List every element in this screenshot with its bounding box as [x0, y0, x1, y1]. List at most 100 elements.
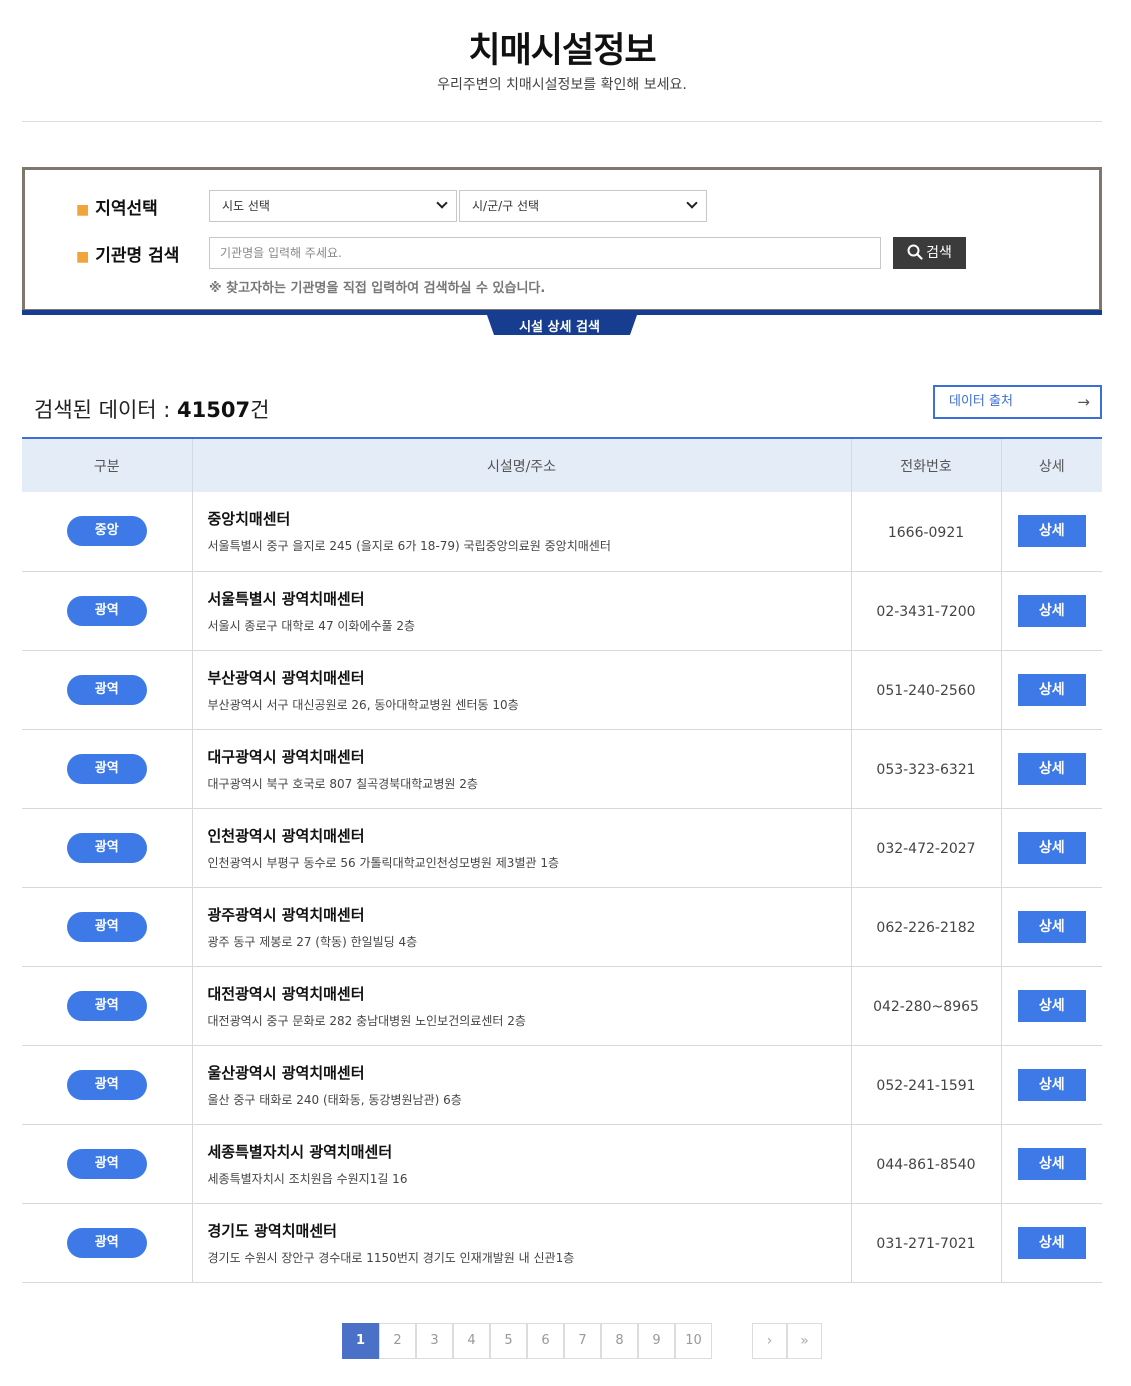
- page-button-7[interactable]: 7: [564, 1323, 601, 1359]
- arrow-right-icon: →: [1077, 393, 1090, 411]
- facility-name: 세종특별자치시 광역치매센터: [207, 1142, 393, 1161]
- page-button-8[interactable]: 8: [601, 1323, 638, 1359]
- page-button-10[interactable]: 10: [675, 1323, 712, 1359]
- tel-cell: 052-241-1591: [850, 1045, 1001, 1124]
- type-cell: 광역: [22, 729, 192, 808]
- type-badge: 광역: [66, 1148, 147, 1179]
- detail-button[interactable]: 상세: [1017, 594, 1086, 627]
- tel-cell: 062-226-2182: [850, 887, 1001, 966]
- type-cell: 광역: [22, 887, 192, 966]
- detail-cell: 상세: [1000, 887, 1102, 966]
- facility-tel: 052-241-1591: [876, 1078, 976, 1094]
- detail-button[interactable]: 상세: [1017, 831, 1086, 864]
- facility-cell: 세종특별자치시 광역치매센터 세종특별자치시 조치원읍 수원지1길 16: [191, 1124, 851, 1203]
- facility-tel: 02-3431-7200: [876, 604, 976, 620]
- last-page-icon[interactable]: »: [787, 1323, 822, 1359]
- facility-address: 광주 동구 제봉로 27 (학동) 한일빌딩 4층: [207, 934, 418, 949]
- detail-button[interactable]: 상세: [1017, 515, 1086, 548]
- type-badge: 광역: [66, 1069, 147, 1100]
- type-badge: 광역: [66, 990, 147, 1021]
- detail-cell: 상세: [1000, 1124, 1102, 1203]
- table-row: 광역 부산광역시 광역치매센터 부산광역시 서구 대신공원로 26, 동아대학교병원…: [22, 650, 1102, 729]
- name-search-label: ■ 기관명 검색: [76, 241, 179, 266]
- detail-button[interactable]: 상세: [1017, 1147, 1086, 1180]
- detail-button[interactable]: 상세: [1017, 1068, 1086, 1101]
- page-button-3[interactable]: 3: [416, 1323, 453, 1359]
- data-source-button[interactable]: 데이터 출처 →: [933, 385, 1102, 419]
- type-cell: 광역: [22, 966, 192, 1045]
- detail-button[interactable]: 상세: [1017, 752, 1086, 785]
- search-button[interactable]: 검색: [893, 237, 966, 269]
- facility-cell: 대구광역시 광역치매센터 대구광역시 북구 호국로 807 칠곡경북대학교병원 2…: [191, 729, 851, 808]
- facility-cell: 서울특별시 광역치매센터 서울시 종로구 대학로 47 이화에수풀 2층: [191, 571, 851, 650]
- sido-select[interactable]: 시도 선택: [209, 190, 457, 222]
- type-badge: 중앙: [66, 516, 147, 547]
- page-button-9[interactable]: 9: [638, 1323, 675, 1359]
- detail-cell: 상세: [1000, 492, 1102, 571]
- facility-name-input[interactable]: 기관명을 입력해 주세요.: [209, 237, 881, 269]
- page-button-6[interactable]: 6: [527, 1323, 564, 1359]
- facility-cell: 대전광역시 광역치매센터대전광역시 중구 문화로 282 충남대병원 노인보건의…: [191, 966, 851, 1045]
- facility-address: 대전광역시 중구 문화로 282 충남대병원 노인보건의료센터 2층: [207, 1013, 526, 1028]
- type-badge: 광역: [66, 832, 147, 863]
- detail-cell: 상세: [1000, 650, 1102, 729]
- tel-cell: 032-472-2027: [850, 808, 1001, 887]
- facility-cell: 인천광역시 광역치매센터 인천광역시 부평구 동수로 56 가톨릭대학교인천성모병…: [191, 808, 851, 887]
- chevron-down-icon: [686, 197, 698, 209]
- facility-table: 구분 시설명/주소 전화번호 상세 중앙 중앙치매센터 서울특별시 중구 을지로 2…: [22, 437, 1102, 1283]
- page-button-5[interactable]: 5: [490, 1323, 527, 1359]
- type-cell: 광역: [22, 808, 192, 887]
- table-row: 중앙 중앙치매센터 서울특별시 중구 을지로 245 (을지로 6가 18-79) …: [22, 492, 1102, 571]
- bullet-icon: ■: [76, 202, 90, 218]
- type-cell: 광역: [22, 1203, 192, 1282]
- result-count-unit: 건: [250, 398, 270, 422]
- tel-cell: 044-861-8540: [850, 1124, 1001, 1203]
- page-subtitle: 우리주변의 치매시설정보를 확인해 보세요.: [437, 77, 687, 93]
- facility-name: 대전광역시 광역치매센터: [207, 984, 365, 1003]
- tel-cell: 02-3431-7200: [850, 571, 1001, 650]
- facility-cell: 울산광역시 광역치매센터울산 중구 태화로 240 (태화동, 동강병원남관) …: [191, 1045, 851, 1124]
- facility-tel: 062-226-2182: [876, 920, 976, 936]
- table-row: 광역 서울특별시 광역치매센터 서울시 종로구 대학로 47 이화에수풀 2층 02-…: [22, 571, 1102, 650]
- facility-name: 부산광역시 광역치매센터: [207, 668, 365, 687]
- facility-address: 경기도 수원시 장안구 경수대로 1150번지 경기도 인재개발원 내 신관1층: [207, 1250, 575, 1265]
- tel-cell: 051-240-2560: [850, 650, 1001, 729]
- page-button-4[interactable]: 4: [453, 1323, 490, 1359]
- facility-address: 서울특별시 중구 을지로 245 (을지로 6가 18-79) 국립중앙의료원 …: [207, 539, 611, 554]
- table-row: 광역 경기도 광역치매센터 경기도 수원시 장안구 경수대로 1150번지 경기도 …: [22, 1203, 1102, 1282]
- detail-search-tab[interactable]: 시설 상세 검색: [487, 315, 637, 335]
- facility-name: 울산광역시 광역치매센터: [207, 1063, 365, 1082]
- table-row: 광역 인천광역시 광역치매센터 인천광역시 부평구 동수로 56 가톨릭대학교인천성…: [22, 808, 1102, 887]
- sigungu-select[interactable]: 시/군/구 선택: [459, 190, 707, 222]
- detail-button[interactable]: 상세: [1017, 673, 1086, 706]
- page-button-1[interactable]: 1: [342, 1323, 379, 1359]
- table-row: 광역 대전광역시 광역치매센터대전광역시 중구 문화로 282 충남대병원 노인보…: [22, 966, 1102, 1045]
- facility-tel: 1666-0921: [887, 524, 965, 541]
- detail-cell: 상세: [1000, 808, 1102, 887]
- facility-tel: 031-271-7021: [876, 1236, 976, 1252]
- facility-address: 울산 중구 태화로 240 (태화동, 동강병원남관) 6층: [207, 1092, 462, 1107]
- page-title: 치매시설정보: [468, 31, 656, 71]
- facility-address: 부산광역시 서구 대신공원로 26, 동아대학교병원 센터동 10층: [207, 697, 519, 712]
- title-divider: [22, 121, 1102, 122]
- region-label-text: 지역선택: [95, 199, 158, 219]
- search-button-label: 검색: [926, 245, 952, 261]
- facility-name: 광주광역시 광역치매센터: [207, 905, 365, 924]
- search-hint: ※ 찾고자하는 기관명을 직접 입력하여 검색하실 수 있습니다.: [209, 281, 546, 296]
- detail-cell: 상세: [1000, 729, 1102, 808]
- detail-button[interactable]: 상세: [1017, 989, 1086, 1022]
- result-count: 검색된 데이터 : 41507건: [34, 394, 269, 424]
- detail-cell: 상세: [1000, 1203, 1102, 1282]
- bullet-icon: ■: [76, 249, 90, 265]
- facility-address: 인천광역시 부평구 동수로 56 가톨릭대학교인천성모병원 제3별관 1층: [207, 855, 560, 870]
- tel-cell: 031-271-7021: [850, 1203, 1001, 1282]
- facility-name: 서울특별시 광역치매센터: [207, 589, 365, 608]
- page-button-2[interactable]: 2: [379, 1323, 416, 1359]
- type-badge: 광역: [66, 753, 147, 784]
- search-box: ■ 지역선택 시도 선택 시/군/구 선택 ■ 기관명 검색 기관명을 입력해 주세…: [22, 167, 1102, 312]
- facility-name: 대구광역시 광역치매센터: [207, 747, 365, 766]
- type-badge: 광역: [66, 911, 147, 942]
- detail-button[interactable]: 상세: [1017, 910, 1086, 943]
- detail-button[interactable]: 상세: [1017, 1226, 1086, 1259]
- next-page-icon[interactable]: ›: [752, 1323, 787, 1359]
